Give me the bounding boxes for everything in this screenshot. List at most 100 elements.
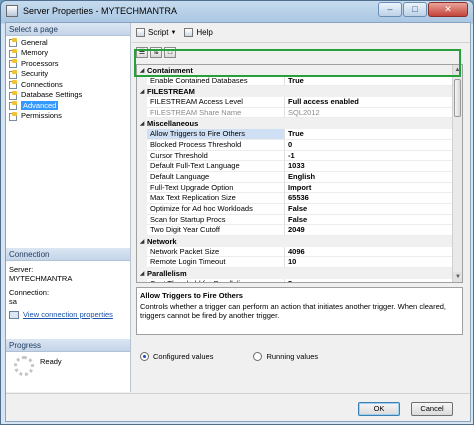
script-label: Script <box>148 28 169 37</box>
page-list: General Memory Processors Security Connectio… <box>6 36 130 121</box>
page-item-processors[interactable]: Processors <box>9 58 130 69</box>
page-item-label: Processors <box>21 58 59 68</box>
maximize-button[interactable]: □ <box>403 2 427 17</box>
property-pages-icon[interactable]: □ <box>164 47 176 58</box>
property-name: Two Digit Year Cutoff <box>147 225 285 236</box>
server-properties-window: Server Properties - MYTECHMANTRA – □ ✕ S… <box>0 0 474 425</box>
property-name: Allow Triggers to Fire Others <box>147 129 285 140</box>
property-row[interactable]: Cursor Threshold -1 <box>137 150 462 162</box>
left-pane: Select a page General Memory Processors Sec… <box>6 23 131 392</box>
property-row[interactable]: Scan for Startup Procs False <box>137 214 462 226</box>
configured-values-radio[interactable]: Configured values <box>140 352 213 361</box>
property-row[interactable]: Full-Text Upgrade Option Import <box>137 182 462 194</box>
category-network[interactable]: ◢ Network <box>137 236 462 247</box>
ok-button[interactable]: OK <box>358 402 400 416</box>
collapse-toggle-icon[interactable]: ◢ <box>137 270 147 277</box>
running-values-radio-dot[interactable] <box>253 352 263 361</box>
property-value[interactable]: True <box>285 129 462 140</box>
chevron-down-icon: ▼ <box>170 29 177 36</box>
property-value[interactable]: 10 <box>285 257 462 269</box>
category-label: Parallelism <box>147 268 187 278</box>
property-row[interactable]: Default Full-Text Language 1033 <box>137 161 462 172</box>
property-value[interactable]: 2049 <box>285 225 462 236</box>
property-row[interactable]: Optimize for Ad hoc Workloads False <box>137 203 462 215</box>
page-icon <box>9 80 18 90</box>
property-value[interactable]: 1033 <box>285 161 462 172</box>
category-containment[interactable]: ◢ Containment <box>137 65 462 76</box>
connection-label: Connection: <box>9 288 50 297</box>
property-row[interactable]: Enable Contained Databases True <box>137 75 462 87</box>
collapse-toggle-icon[interactable]: ◢ <box>137 88 147 95</box>
close-button[interactable]: ✕ <box>428 2 468 17</box>
server-value: MYTECHMANTRA <box>9 274 73 283</box>
page-item-database-settings[interactable]: Database Settings <box>9 90 130 101</box>
property-value[interactable]: Import <box>285 183 462 194</box>
property-grid-scrollbar[interactable]: ▲ ▼ <box>452 65 462 282</box>
property-row[interactable]: Two Digit Year Cutoff 2049 <box>137 225 462 236</box>
property-row[interactable]: FILESTREAM Share Name SQL2012 <box>137 107 462 119</box>
help-button[interactable]: Help <box>184 28 213 37</box>
page-item-memory[interactable]: Memory <box>9 48 130 59</box>
scrollbar-thumb[interactable] <box>454 79 461 117</box>
page-icon <box>9 90 18 100</box>
property-value[interactable]: Full access enabled <box>285 97 462 108</box>
property-value[interactable]: False <box>285 204 462 215</box>
property-row[interactable]: Network Packet Size 4096 <box>137 246 462 258</box>
connection-details: Server: MYTECHMANTRA Connection: sa View… <box>6 261 130 323</box>
progress-section: Progress Ready <box>6 339 130 376</box>
running-values-label: Running values <box>266 352 319 361</box>
property-name: Default Full-Text Language <box>147 161 285 172</box>
page-item-permissions[interactable]: Permissions <box>9 111 130 122</box>
running-values-radio[interactable]: Running values <box>253 352 318 361</box>
page-item-general[interactable]: General <box>9 37 130 48</box>
collapse-toggle-icon[interactable]: ◢ <box>137 238 147 245</box>
property-row[interactable]: Cost Threshold for Parallelism5 <box>137 278 462 282</box>
window-controls: – □ ✕ <box>378 2 468 17</box>
category-filestream[interactable]: ◢ FILESTREAM <box>137 86 462 98</box>
page-item-label: Database Settings <box>21 90 83 100</box>
categorized-view-icon[interactable]: ☰ <box>136 47 148 58</box>
category-parallelism[interactable]: ◢ Parallelism <box>137 268 462 279</box>
page-item-security[interactable]: Security <box>9 69 130 80</box>
property-value[interactable]: 65536 <box>285 193 462 204</box>
property-value[interactable]: English <box>285 172 462 183</box>
property-value[interactable]: -1 <box>285 151 462 162</box>
minimize-button[interactable]: – <box>378 2 402 17</box>
property-row[interactable]: Remote Login Timeout 10 <box>137 257 462 269</box>
property-row-gutter <box>137 203 147 215</box>
property-row[interactable]: Default Language English <box>137 171 462 183</box>
view-connection-properties-link[interactable]: View connection properties <box>9 310 127 319</box>
property-value[interactable]: True <box>285 76 462 87</box>
property-row[interactable]: Blocked Process Threshold 0 <box>137 139 462 151</box>
page-item-connections[interactable]: Connections <box>9 79 130 90</box>
property-row-gutter <box>137 161 147 172</box>
scroll-up-arrow-icon[interactable]: ▲ <box>453 65 462 75</box>
cancel-button[interactable]: Cancel <box>411 402 453 416</box>
collapse-toggle-icon[interactable]: ◢ <box>137 120 147 127</box>
property-value[interactable]: SQL2012 <box>285 108 462 119</box>
configured-values-radio-dot[interactable] <box>140 352 149 361</box>
property-row[interactable]: FILESTREAM Access Level Full access enabl… <box>137 97 462 108</box>
property-value[interactable]: 5 <box>285 279 462 282</box>
connection-properties-icon <box>9 310 19 319</box>
alphabetical-sort-icon[interactable]: ⇅ <box>150 47 162 58</box>
property-value[interactable]: 0 <box>285 140 462 151</box>
page-item-advanced[interactable]: Advanced <box>9 100 130 111</box>
script-button[interactable]: Script ▼ <box>136 28 176 37</box>
title-bar[interactable]: Server Properties - MYTECHMANTRA – □ ✕ <box>1 1 473 21</box>
property-value[interactable]: 4096 <box>285 247 462 258</box>
property-row[interactable]: Max Text Replication Size 65536 <box>137 193 462 204</box>
property-name: Enable Contained Databases <box>147 75 285 87</box>
configured-values-label: Configured values <box>153 352 214 361</box>
property-value[interactable]: False <box>285 215 462 226</box>
collapse-toggle-icon[interactable]: ◢ <box>137 67 147 74</box>
category-miscellaneous[interactable]: ◢ Miscellaneous <box>137 118 462 130</box>
connection-header: Connection <box>6 248 130 261</box>
property-row[interactable]: Allow Triggers to Fire Others True <box>137 129 462 140</box>
progress-status: Ready <box>40 357 62 366</box>
property-name: Max Text Replication Size <box>147 193 285 204</box>
scroll-down-arrow-icon[interactable]: ▼ <box>453 272 462 282</box>
connection-section: Connection Server: MYTECHMANTRA Connecti… <box>6 248 130 323</box>
property-row-gutter <box>137 129 147 140</box>
category-label: Miscellaneous <box>147 119 199 129</box>
